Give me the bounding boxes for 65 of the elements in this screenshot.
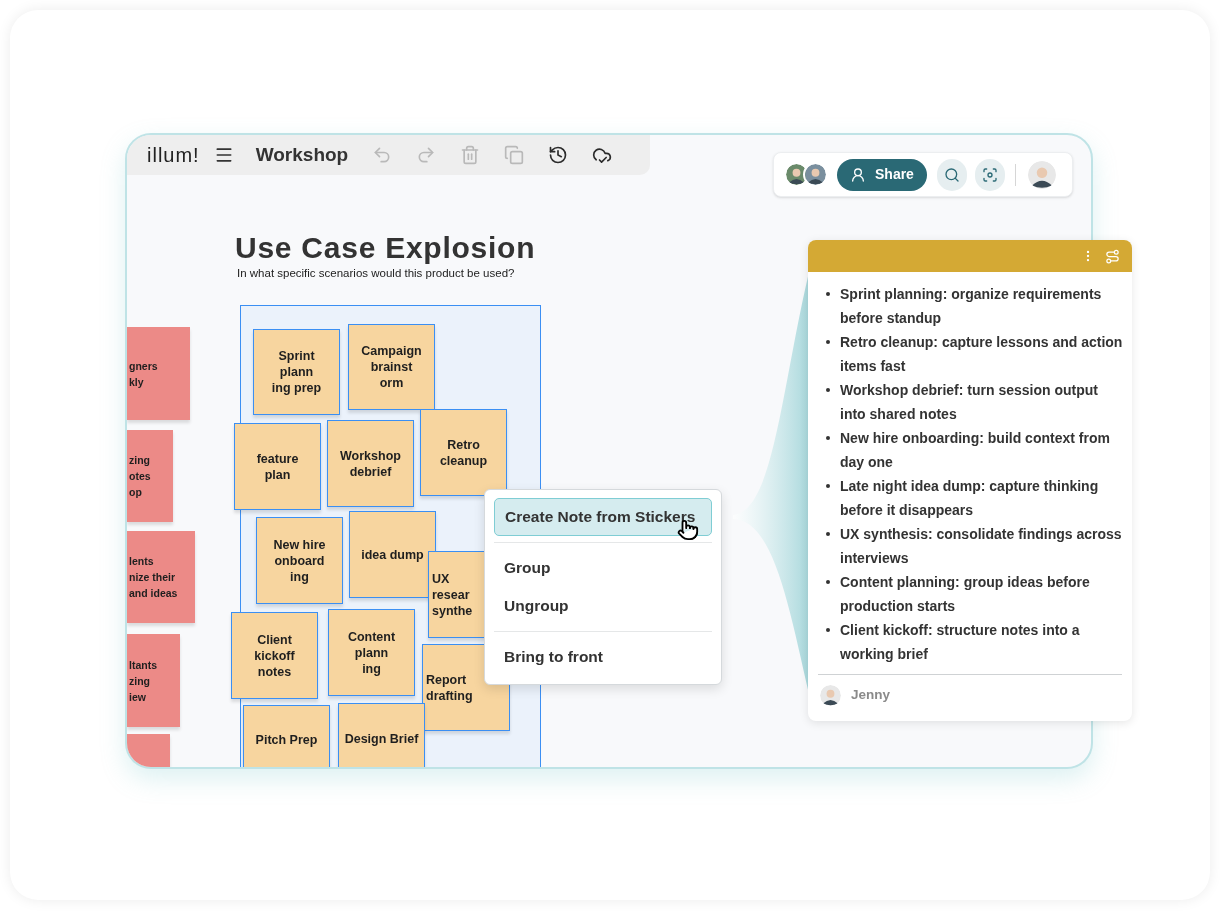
note-card[interactable] <box>808 240 1132 721</box>
note-text: Client kickoff: structure notes into a working brief <box>840 621 1081 664</box>
user-avatar <box>1026 158 1058 191</box>
route-icon[interactable] <box>1105 248 1120 264</box>
board-title: Use Case Explosion <box>235 230 536 266</box>
bullet-icon <box>826 388 830 392</box>
board-subtitle: In what specific scenarios would this product be used? <box>237 266 515 281</box>
sticky-note[interactable]: lents nize their and ideas <box>127 531 195 623</box>
bullet-icon <box>826 436 830 440</box>
cloud-check-button[interactable] <box>592 145 613 165</box>
sticky-note[interactable]: Design Brief <box>338 703 425 767</box>
sticky-note[interactable]: ltants zing iew <box>127 634 180 727</box>
sticky-note-text: Workshop debrief <box>340 447 401 480</box>
sticky-note[interactable]: zing otes op <box>127 430 173 522</box>
bullet-icon <box>826 628 830 632</box>
note-text: UX synthesis: consolidate findings across interviews <box>840 525 1123 568</box>
note-text: Late night idea dump: capture thinking before it disappears <box>840 477 1100 520</box>
sticky-note[interactable]: Retro cleanup <box>420 409 507 496</box>
avatar <box>803 162 828 187</box>
sticky-note[interactable]: gners kly <box>127 327 190 420</box>
note-text: Content planning: group ideas before production starts <box>840 573 1091 616</box>
history-button[interactable] <box>548 145 569 165</box>
bullet-icon <box>826 292 830 296</box>
bullet-icon <box>826 532 830 536</box>
sticky-note-text: Content plann ing <box>347 628 396 677</box>
sticky-note-text: Sprint plann ing prep <box>271 348 322 396</box>
sticky-note-text: idea dump <box>361 546 424 563</box>
note-text: New hire onboarding: build context from day one <box>840 429 1111 472</box>
sticky-note[interactable]: Workshop debrief <box>327 420 414 507</box>
author-name: Jenny <box>851 686 891 705</box>
board-name[interactable]: Workshop <box>255 140 349 170</box>
sticky-note-text: lents nize their and ideas <box>129 554 178 601</box>
bullet-icon <box>826 340 830 344</box>
sticky-note[interactable]: Sprint plann ing prep <box>253 329 340 415</box>
note-text: Workshop debrief: turn session output into shared notes <box>840 381 1099 424</box>
sticky-note[interactable]: Campaign brainst orm <box>348 324 435 410</box>
focus-button[interactable] <box>975 158 1006 191</box>
sticky-note[interactable]: feature plan <box>234 423 321 510</box>
sticky-note-text: Client kickoff notes <box>254 631 295 680</box>
bullet-icon <box>826 580 830 584</box>
sticky-note-text: gners kly <box>129 358 158 390</box>
search-button[interactable] <box>936 158 967 191</box>
sticky-note-text: Campaign brainst orm <box>361 343 422 391</box>
search-icon <box>943 166 960 183</box>
sticky-note[interactable]: Content plann ing <box>328 609 415 696</box>
bullet-icon <box>826 484 830 488</box>
share-button[interactable]: Share <box>837 158 927 191</box>
sticky-note-text: New hire onboard ing <box>273 536 326 585</box>
sticky-note-text: ltants zing iew <box>129 657 157 705</box>
sticky-note-text: Retro cleanup <box>439 436 488 469</box>
sticky-note[interactable]: New hire onboard ing <box>256 517 343 604</box>
author-avatar <box>818 683 843 708</box>
sticky-note[interactable]: Pitch Prep <box>243 705 330 767</box>
sticky-note-text: zing otes op <box>129 453 151 500</box>
sticky-note-text: feature plan <box>256 450 299 483</box>
sticky-note-text: Pitch Prep <box>255 732 318 748</box>
person-icon <box>850 166 866 183</box>
note-text: Retro cleanup: capture lessons and action items fast <box>840 333 1124 376</box>
sticky-note[interactable] <box>127 734 170 767</box>
sticky-note[interactable]: Client kickoff notes <box>231 612 318 699</box>
focus-icon <box>982 166 998 183</box>
note-text: Sprint planning: organize requirements before standup <box>840 285 1103 328</box>
sticky-note-text: Report drafting <box>426 671 473 704</box>
sticky-note-text: Design Brief <box>344 731 419 747</box>
logo: illum! <box>147 145 200 165</box>
